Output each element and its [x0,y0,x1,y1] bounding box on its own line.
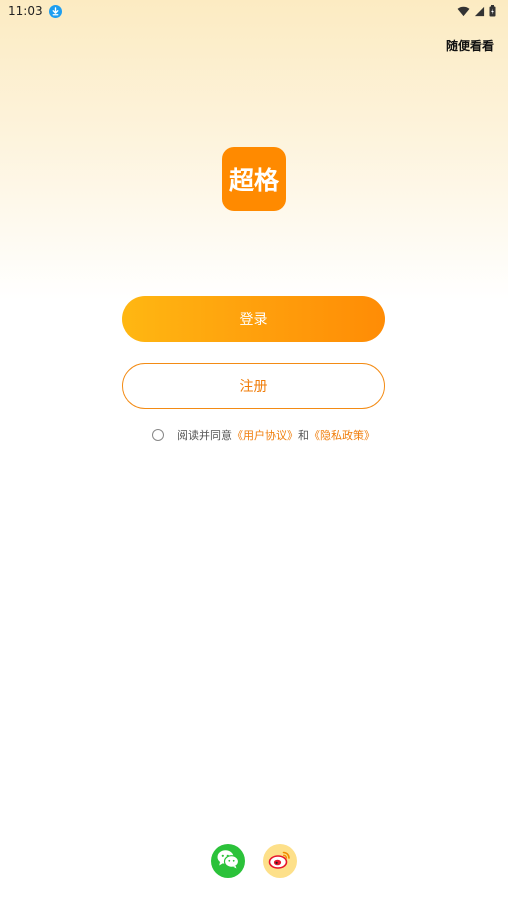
agreement-conjunction: 和 [298,429,309,442]
signal-icon [474,2,485,21]
register-button[interactable]: 注册 [122,363,385,409]
agreement-row: 阅读并同意 《用户协议》 和 《隐私政策》 [152,427,375,443]
weibo-icon [268,848,292,874]
app-logo: 超格 [222,147,286,211]
status-left: 11:03 [8,4,62,18]
status-bar: 11:03 [0,0,508,22]
agreement-prefix: 阅读并同意 [177,429,232,442]
wifi-icon [457,2,470,21]
status-time: 11:03 [8,4,43,18]
download-icon [48,4,62,18]
login-button-label: 登录 [239,312,268,328]
social-login-row [211,844,297,878]
status-right [457,2,496,21]
register-button-label: 注册 [239,379,268,395]
battery-icon [489,2,496,21]
wechat-icon [216,848,240,874]
logo-text: 超格 [228,166,279,195]
agreement-radio[interactable] [152,429,164,441]
user-agreement-link[interactable]: 《用户协议》 [232,427,298,443]
browse-as-guest-link[interactable]: 随便看看 [446,37,494,54]
privacy-policy-link[interactable]: 《隐私政策》 [309,427,375,443]
weibo-login-button[interactable] [263,844,297,878]
wechat-login-button[interactable] [211,844,245,878]
login-button[interactable]: 登录 [122,296,385,342]
